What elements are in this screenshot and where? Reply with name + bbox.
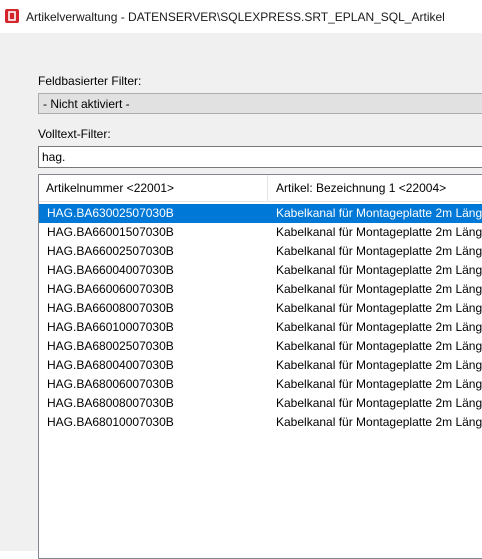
table-row[interactable]: HAG.BA66008007030B Kabelkanal für Montage… xyxy=(39,299,482,318)
table-row[interactable]: HAG.BA66006007030B Kabelkanal für Montage… xyxy=(39,280,482,299)
cell-article-number: HAG.BA66008007030B xyxy=(47,301,174,315)
column-header-article-number[interactable]: Artikelnummer <22001> xyxy=(39,175,268,201)
table-row[interactable]: HAG.BA68004007030B Kabelkanal für Montage… xyxy=(39,356,482,375)
table-row[interactable]: HAG.BA66010007030B Kabelkanal für Montage… xyxy=(39,318,482,337)
cell-description: Kabelkanal für Montageplatte 2m Länge xyxy=(276,396,482,410)
table-row[interactable]: HAG.BA66001507030B Kabelkanal für Montage… xyxy=(39,223,482,242)
fulltext-filter-field[interactable] xyxy=(38,146,482,168)
list-header: Artikelnummer <22001> Artikel: Bezeichnu… xyxy=(39,175,482,202)
fulltext-filter-input[interactable] xyxy=(42,149,472,165)
column-header-description[interactable]: Artikel: Bezeichnung 1 <22004> xyxy=(268,175,482,201)
fulltext-filter-label: Volltext-Filter: xyxy=(38,127,111,141)
app-icon[interactable] xyxy=(5,9,19,23)
cell-description: Kabelkanal für Montageplatte 2m Länge xyxy=(276,415,482,429)
cell-article-number: HAG.BA66006007030B xyxy=(47,282,174,296)
table-row[interactable]: HAG.BA68006007030B Kabelkanal für Montage… xyxy=(39,375,482,394)
article-list[interactable]: Artikelnummer <22001> Artikel: Bezeichnu… xyxy=(38,174,482,559)
cell-article-number: HAG.BA66002507030B xyxy=(47,244,174,258)
cell-description: Kabelkanal für Montageplatte 2m Länge xyxy=(276,358,482,372)
cell-article-number: HAG.BA66010007030B xyxy=(47,320,174,334)
cell-description: Kabelkanal für Montageplatte 2m Länge xyxy=(276,225,482,239)
field-filter-dropdown[interactable]: - Nicht aktiviert - xyxy=(38,93,482,114)
cell-description: Kabelkanal für Montageplatte 2m Länge xyxy=(276,244,482,258)
cell-description: Kabelkanal für Montageplatte 2m Länge xyxy=(276,301,482,315)
table-row[interactable]: HAG.BA63002507030B Kabelkanal für Montage… xyxy=(39,204,482,223)
field-filter-label: Feldbasierter Filter: xyxy=(38,74,142,88)
cell-article-number: HAG.BA68002507030B xyxy=(47,339,174,353)
cell-article-number: HAG.BA68006007030B xyxy=(47,377,174,391)
cell-description: Kabelkanal für Montageplatte 2m Länge xyxy=(276,377,482,391)
cell-description: Kabelkanal für Montageplatte 2m Länge xyxy=(276,206,482,220)
title-bar[interactable]: Artikelverwaltung - DATENSERVER\SQLEXPRE… xyxy=(0,0,482,33)
cell-article-number: HAG.BA68008007030B xyxy=(47,396,174,410)
cell-description: Kabelkanal für Montageplatte 2m Länge xyxy=(276,282,482,296)
cell-article-number: HAG.BA66004007030B xyxy=(47,263,174,277)
cell-article-number: HAG.BA66001507030B xyxy=(47,225,174,239)
article-management-dialog: Feldbasierter Filter: - Nicht aktiviert … xyxy=(0,33,482,559)
table-row[interactable]: HAG.BA66004007030B Kabelkanal für Montage… xyxy=(39,261,482,280)
table-row[interactable]: HAG.BA68010007030B Kabelkanal für Montage… xyxy=(39,413,482,432)
table-row[interactable]: HAG.BA66002507030B Kabelkanal für Montage… xyxy=(39,242,482,261)
cell-article-number: HAG.BA63002507030B xyxy=(47,206,174,220)
table-row[interactable]: HAG.BA68002507030B Kabelkanal für Montage… xyxy=(39,337,482,356)
cell-article-number: HAG.BA68004007030B xyxy=(47,358,174,372)
cell-description: Kabelkanal für Montageplatte 2m Länge xyxy=(276,339,482,353)
window-title: Artikelverwaltung - DATENSERVER\SQLEXPRE… xyxy=(26,10,445,24)
cell-description: Kabelkanal für Montageplatte 2m Länge xyxy=(276,320,482,334)
field-filter-selected-value: - Nicht aktiviert - xyxy=(43,97,130,111)
table-row[interactable]: HAG.BA68008007030B Kabelkanal für Montage… xyxy=(39,394,482,413)
cell-article-number: HAG.BA68010007030B xyxy=(47,415,174,429)
cell-description: Kabelkanal für Montageplatte 2m Länge xyxy=(276,263,482,277)
